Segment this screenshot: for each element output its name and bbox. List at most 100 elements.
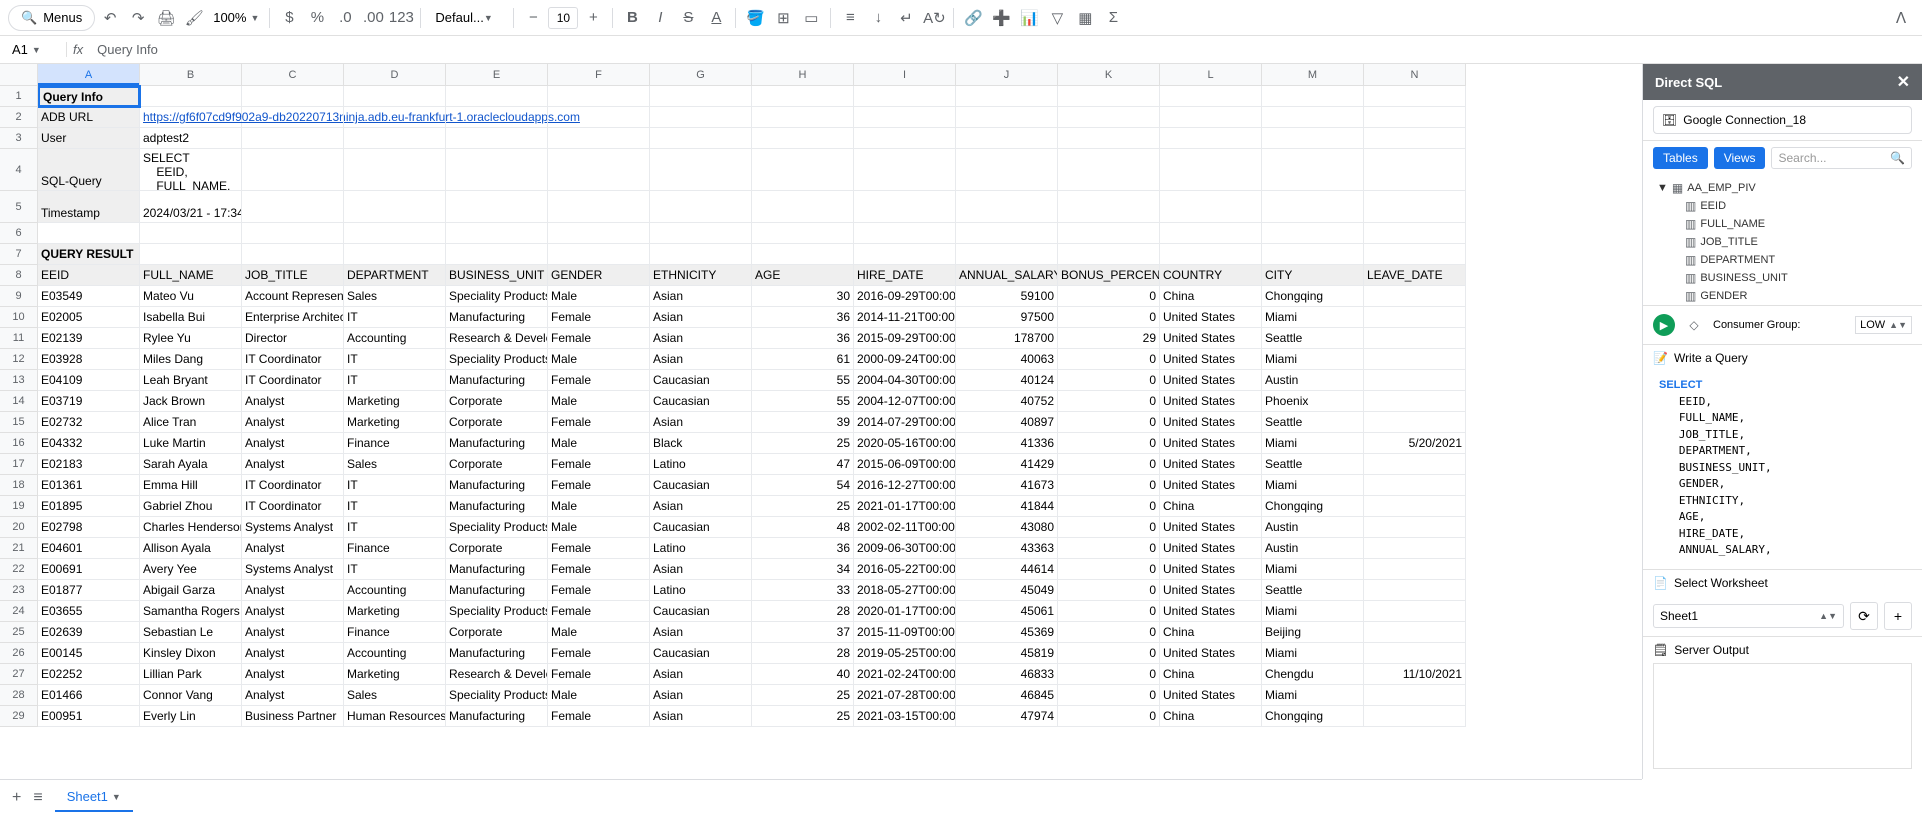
cell[interactable]: United States <box>1160 643 1262 664</box>
cell[interactable] <box>956 128 1058 149</box>
cell[interactable] <box>1364 244 1466 265</box>
cell[interactable]: Female <box>548 454 650 475</box>
cell[interactable]: Jack Brown <box>140 391 242 412</box>
cell[interactable]: SQL-Query <box>38 149 140 191</box>
cell[interactable]: Manufacturing <box>446 706 548 727</box>
cell[interactable]: Female <box>548 538 650 559</box>
cell[interactable]: Research & Development <box>446 328 548 349</box>
cell[interactable] <box>548 86 650 107</box>
cell[interactable]: United States <box>1160 328 1262 349</box>
cell[interactable]: United States <box>1160 349 1262 370</box>
cell[interactable]: Male <box>548 496 650 517</box>
cell[interactable]: E00691 <box>38 559 140 580</box>
cell[interactable] <box>1364 685 1466 706</box>
cell[interactable]: 0 <box>1058 643 1160 664</box>
cell[interactable]: Female <box>548 475 650 496</box>
more-formats-icon[interactable]: 123 <box>388 5 414 31</box>
row-header[interactable]: 15 <box>0 412 38 433</box>
cell[interactable]: IT <box>344 559 446 580</box>
cell[interactable]: Accounting <box>344 643 446 664</box>
cell[interactable]: United States <box>1160 601 1262 622</box>
cell[interactable] <box>548 244 650 265</box>
cell[interactable]: Connor Vang <box>140 685 242 706</box>
col-header-N[interactable]: N <box>1364 64 1466 86</box>
cell[interactable] <box>1364 454 1466 475</box>
cell[interactable]: IT <box>344 496 446 517</box>
cell[interactable]: 0 <box>1058 370 1160 391</box>
cell[interactable]: IT <box>344 370 446 391</box>
col-header-E[interactable]: E <box>446 64 548 86</box>
cell[interactable]: Miami <box>1262 307 1364 328</box>
cell[interactable] <box>650 86 752 107</box>
cell[interactable] <box>446 244 548 265</box>
cell[interactable]: China <box>1160 622 1262 643</box>
col-header-M[interactable]: M <box>1262 64 1364 86</box>
cell[interactable]: 36 <box>752 307 854 328</box>
borders-icon[interactable]: ⊞ <box>770 5 796 31</box>
cell[interactable]: Human Resources <box>344 706 446 727</box>
cell[interactable]: 55 <box>752 370 854 391</box>
cell[interactable]: 0 <box>1058 391 1160 412</box>
cell[interactable] <box>1364 580 1466 601</box>
cell[interactable] <box>854 86 956 107</box>
cell[interactable]: Beijing <box>1262 622 1364 643</box>
cell[interactable]: Accounting <box>344 328 446 349</box>
cell[interactable]: Manufacturing <box>446 475 548 496</box>
cell[interactable]: Asian <box>650 412 752 433</box>
cell[interactable] <box>956 149 1058 191</box>
cell[interactable] <box>1058 244 1160 265</box>
cell[interactable]: United States <box>1160 559 1262 580</box>
cell[interactable]: Miami <box>1262 643 1364 664</box>
col-header-J[interactable]: J <box>956 64 1058 86</box>
cell[interactable]: 25 <box>752 433 854 454</box>
currency-icon[interactable]: $ <box>276 5 302 31</box>
cell[interactable] <box>38 223 140 244</box>
comment-icon[interactable]: ➕ <box>988 5 1014 31</box>
cell[interactable] <box>548 191 650 223</box>
cell[interactable] <box>752 244 854 265</box>
cell[interactable] <box>446 86 548 107</box>
cell[interactable]: Asian <box>650 307 752 328</box>
cell[interactable] <box>1160 223 1262 244</box>
cell[interactable]: Emma Hill <box>140 475 242 496</box>
row-header[interactable]: 23 <box>0 580 38 601</box>
cell[interactable]: Female <box>548 580 650 601</box>
row-header[interactable]: 25 <box>0 622 38 643</box>
cell[interactable]: Latino <box>650 580 752 601</box>
add-sheet-button[interactable]: + <box>12 789 21 807</box>
cell[interactable]: IT Coordinator <box>242 475 344 496</box>
text-color-icon[interactable]: A <box>703 5 729 31</box>
row-header[interactable]: 19 <box>0 496 38 517</box>
cell[interactable] <box>650 107 752 128</box>
cell[interactable]: Seattle <box>1262 454 1364 475</box>
cell[interactable] <box>242 107 344 128</box>
cell[interactable]: Male <box>548 391 650 412</box>
cell[interactable]: 45819 <box>956 643 1058 664</box>
cell[interactable] <box>548 149 650 191</box>
cell[interactable]: Male <box>548 517 650 538</box>
cell[interactable]: 41336 <box>956 433 1058 454</box>
sql-editor[interactable]: SELECT EEID, FULL_NAME, JOB_TITLE, DEPAR… <box>1653 371 1912 561</box>
cell[interactable]: 45369 <box>956 622 1058 643</box>
cell[interactable]: 0 <box>1058 580 1160 601</box>
cell[interactable]: 25 <box>752 685 854 706</box>
cell[interactable]: Male <box>548 286 650 307</box>
cell[interactable] <box>1364 475 1466 496</box>
cell[interactable] <box>344 86 446 107</box>
row-header[interactable]: 4 <box>0 149 38 191</box>
cell[interactable] <box>344 107 446 128</box>
cell[interactable]: Analyst <box>242 538 344 559</box>
cell[interactable]: Female <box>548 370 650 391</box>
cell[interactable]: 0 <box>1058 307 1160 328</box>
schema-search-input[interactable]: Search... 🔍 <box>1771 147 1912 169</box>
row-header[interactable]: 11 <box>0 328 38 349</box>
cell[interactable] <box>344 128 446 149</box>
cell[interactable]: 2009-06-30T00:00 <box>854 538 956 559</box>
cell[interactable]: Seattle <box>1262 412 1364 433</box>
row-header[interactable]: 14 <box>0 391 38 412</box>
cell[interactable] <box>854 244 956 265</box>
col-header-G[interactable]: G <box>650 64 752 86</box>
bold-icon[interactable]: B <box>619 5 645 31</box>
col-header-D[interactable]: D <box>344 64 446 86</box>
row-header[interactable]: 22 <box>0 559 38 580</box>
